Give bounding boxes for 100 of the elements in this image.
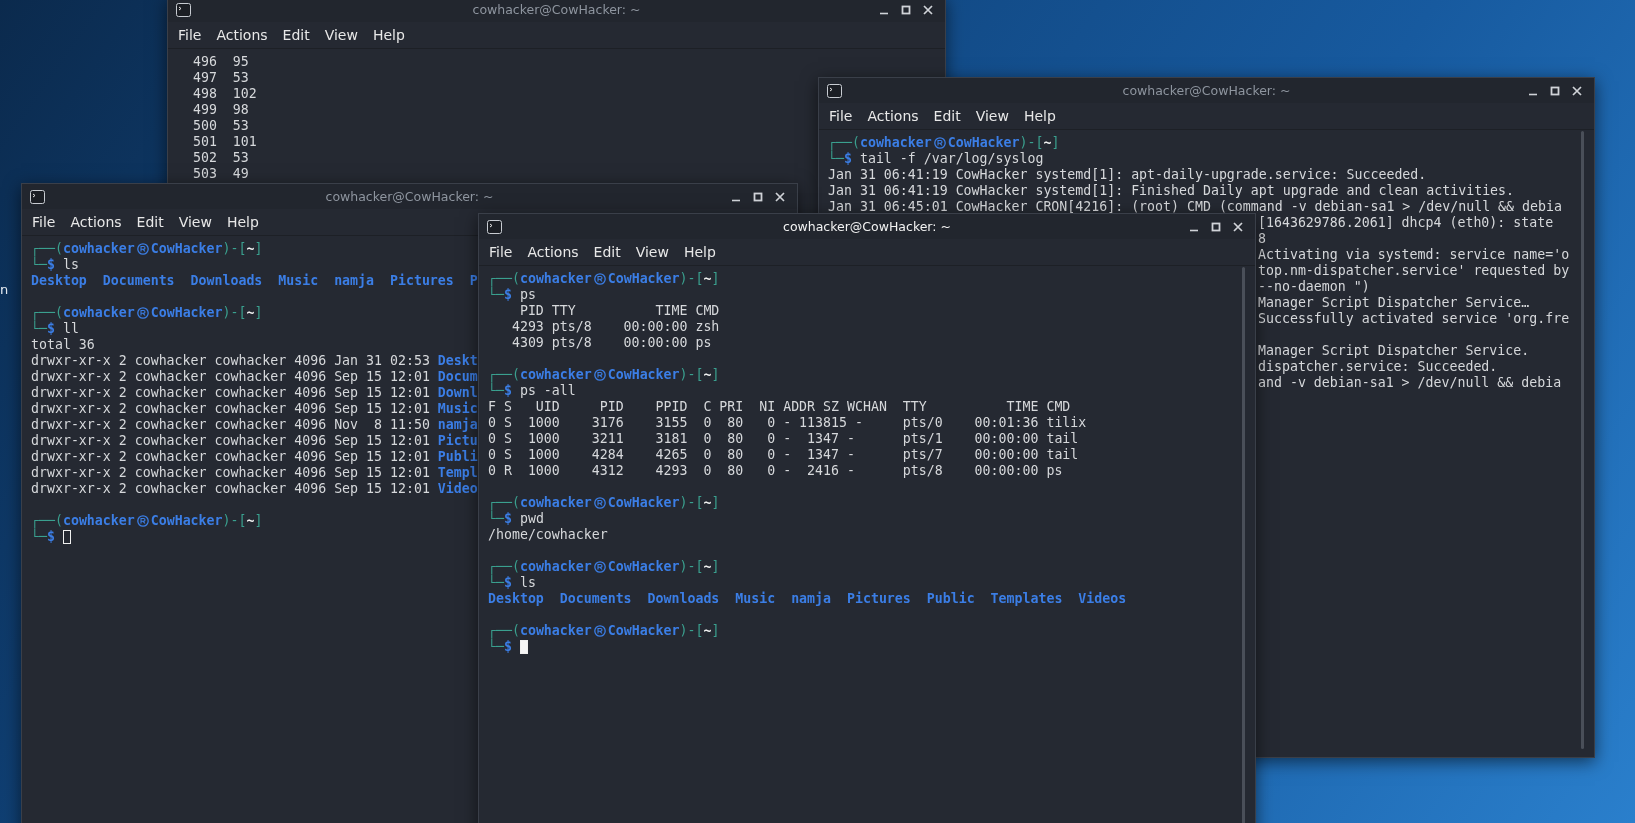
window-title: cowhacker@CowHacker: ~ [783,219,951,234]
circled-symbol-icon [593,561,606,573]
circled-symbol-icon [593,369,606,381]
menu-item[interactable]: View [975,108,1009,124]
directory-name: P [469,273,478,289]
directory-name: Publi [437,449,478,465]
menu-item[interactable]: File [829,108,853,124]
menu-item[interactable]: Edit [282,27,310,43]
menu-item[interactable]: View [178,214,212,230]
prompt-text: ┌──(cowhacker [31,513,135,529]
menu-item[interactable]: File [178,27,202,43]
prompt-text: ┌──(cowhacker [488,271,592,287]
maximize-icon[interactable] [753,191,763,202]
menu-item[interactable]: View [324,27,358,43]
history-value: 53 [232,150,249,166]
menu-item[interactable]: Actions [867,108,919,124]
output-line: drwxr-xr-x 2 cowhacker cowhacker 4096 Sep 15 12:01 [31,481,430,497]
output-line: Jan 31 06:45:01 CowHacker CRON[4216]: (root) CMD (command -v debian-sa1 > /dev/null && debia [828,199,1562,215]
history-value: 95 [232,54,249,70]
history-value: 53 [232,118,249,134]
menu-item[interactable]: File [489,244,513,260]
directory-name: Public [926,591,975,607]
prompt-text: CowHacker)-[~] [607,623,720,639]
menu-item[interactable]: View [635,244,669,260]
circled-symbol-icon [593,497,606,509]
close-icon[interactable] [923,4,933,15]
history-number: 500 [192,118,217,134]
prompt-text: ┌──(cowhacker [488,495,592,511]
output-line: drwxr-xr-x 2 cowhacker cowhacker 4096 Nov 8 11:50 [31,417,430,433]
prompt-text: └─$ ls [488,575,536,591]
directory-name: Desktop [488,591,544,607]
output-line: 0 R 1000 4312 4293 0 80 0 - 2416 - pts/8 00:00:00 ps [488,463,1063,479]
prompt-text: CowHacker)-[~] [607,367,720,383]
menu-item[interactable]: File [32,214,56,230]
maximize-icon[interactable] [901,4,911,15]
log-line: top.nm-dispatcher.service' requested by [1258,263,1570,279]
output-line: Jan 31 06:41:19 CowHacker systemd[1]: Finished Daily apt upgrade and clean activities. [828,183,1515,199]
output-line: drwxr-xr-x 2 cowhacker cowhacker 4096 Sep 15 12:01 [31,433,430,449]
circled-symbol-icon [136,515,149,527]
history-value: 102 [232,86,257,102]
close-icon[interactable] [775,191,785,202]
terminal-icon[interactable] [176,2,191,17]
directory-name: namja [437,417,478,433]
directory-name: Pictures [847,591,911,607]
menu-item[interactable]: Help [372,27,405,43]
history-number: 497 [192,70,217,86]
log-line: Manager Script Dispatcher Service… [1258,295,1530,311]
menu-item[interactable]: Actions [527,244,579,260]
prompt-text: └─$ [31,529,55,545]
output-line: PID TTY TIME CMD [518,303,720,319]
directory-name: Music [437,401,478,417]
maximize-icon[interactable] [1211,221,1221,232]
history-number: 503 [192,166,217,182]
menu-item[interactable]: Actions [216,27,268,43]
terminal-icon[interactable] [487,219,502,234]
directory-name: Templ [437,465,478,481]
prompt-text: ┌──(cowhacker [488,559,592,575]
output-line: F S UID PID PPID C PRI NI ADDR SZ WCHAN TTY TIME CMD [488,399,1071,415]
prompt-text: ┌──(cowhacker [488,367,592,383]
menu-item[interactable]: Edit [933,108,961,124]
menu-item[interactable]: Help [1023,108,1056,124]
menu-item[interactable]: Help [226,214,259,230]
history-number: 496 [192,54,217,70]
directory-name: Downloads [647,591,720,607]
history-number: 499 [192,102,217,118]
history-value: 101 [232,134,257,150]
history-number: 501 [192,134,217,150]
output-line: drwxr-xr-x 2 cowhacker cowhacker 4096 Sep 15 12:01 [31,465,430,481]
menu-item[interactable]: Edit [136,214,164,230]
maximize-icon[interactable] [1550,85,1560,96]
terminal-icon[interactable] [30,189,45,204]
output-line: 4309 pts/8 00:00:00 ps [510,335,712,351]
directory-name: Pictu [437,433,478,449]
history-value: 53 [232,70,249,86]
circled-symbol-icon [136,243,149,255]
output-line: drwxr-xr-x 2 cowhacker cowhacker 4096 Jan 31 02:53 [31,353,430,369]
close-icon[interactable] [1233,221,1243,232]
log-line: Successfully activated service 'org.fre [1258,311,1570,327]
log-line: dispatcher.service: Succeeded. [1258,359,1498,375]
directory-name: Downl [437,385,478,401]
terminal-icon[interactable] [827,83,842,98]
menu-item[interactable]: Help [683,244,716,260]
prompt-text: CowHacker)-[~] [150,305,263,321]
prompt-text: └─$ ps -all [488,383,576,399]
log-line: 8 [1258,231,1266,247]
output-line: drwxr-xr-x 2 cowhacker cowhacker 4096 Sep 15 12:01 [31,401,430,417]
output-line: drwxr-xr-x 2 cowhacker cowhacker 4096 Sep 15 12:01 [31,369,430,385]
output-line: 4293 pts/8 00:00:00 zsh [510,319,720,335]
close-icon[interactable] [1572,85,1582,96]
window-title: cowhacker@CowHacker: ~ [472,2,641,17]
menu-item[interactable]: Edit [593,244,621,260]
menu-item[interactable]: Actions [70,214,122,230]
prompt-text: ┌──(cowhacker [31,305,135,321]
circled-symbol-icon [593,273,606,285]
scrollbar[interactable] [1242,267,1245,823]
prompt-text: CowHacker)-[~] [607,271,720,287]
prompt-text: ┌──(cowhacker [31,241,135,257]
output-line: 0 S 1000 3176 3155 0 80 0 - 113815 - pts/0 00:01:36 tilix [488,415,1087,431]
output-line: 0 S 1000 4284 4265 0 80 0 - 1347 - pts/7 00:00:00 tail [488,447,1079,463]
scrollbar[interactable] [1581,131,1584,749]
